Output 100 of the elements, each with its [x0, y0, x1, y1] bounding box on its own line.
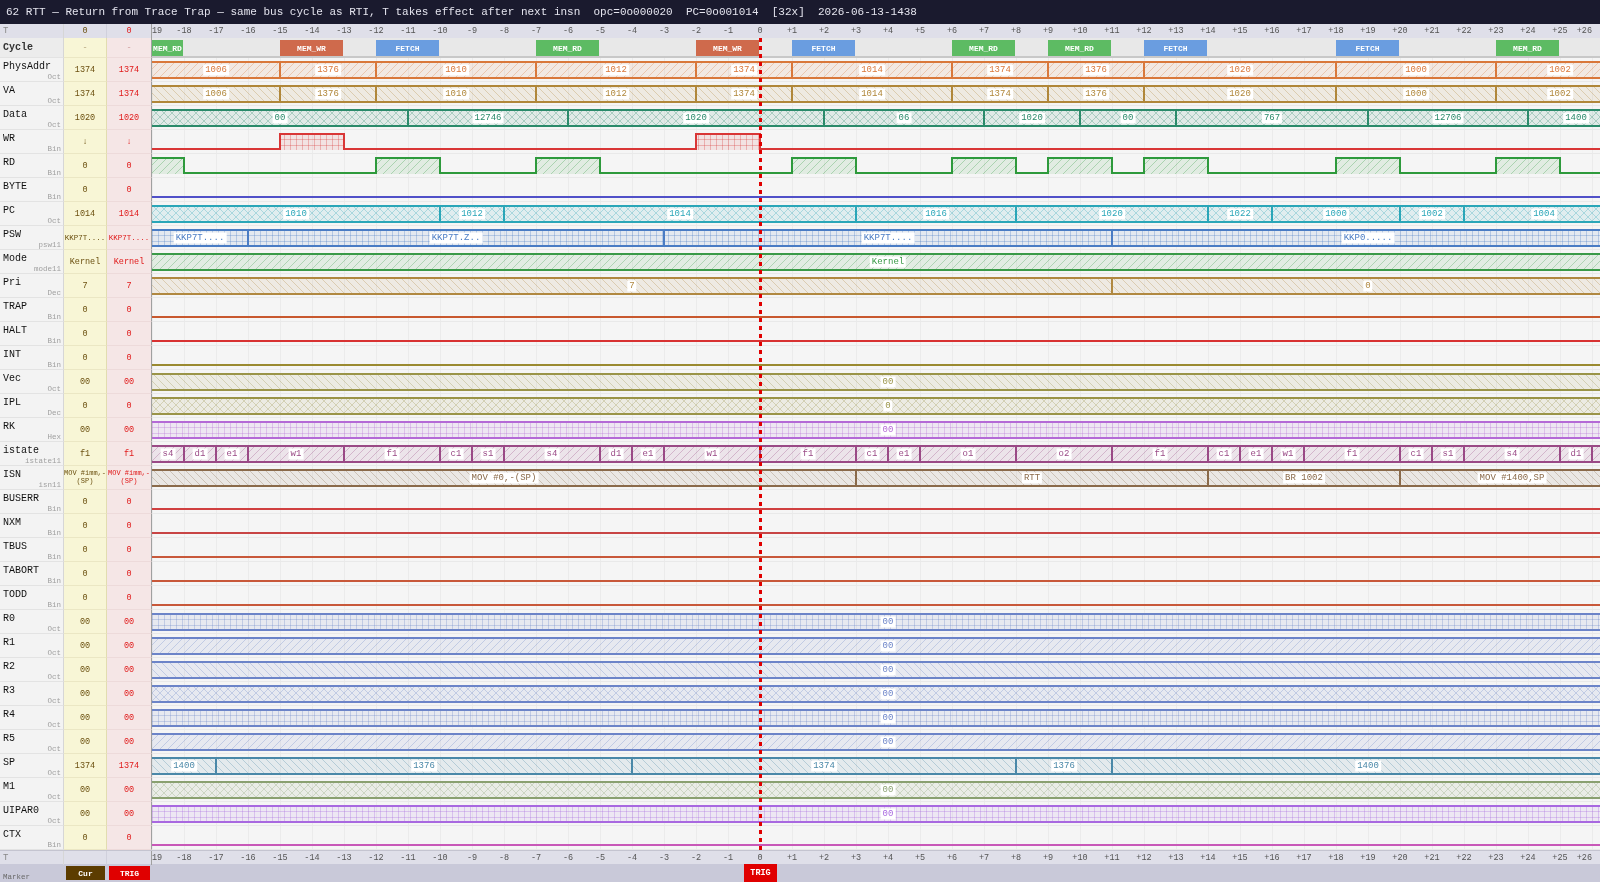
time-tick-label: -17 — [208, 852, 224, 865]
segment-value: MOV #1400,SP — [1477, 472, 1547, 484]
segment-value: w1 — [1280, 448, 1296, 460]
bus-cycle-tag: MEM_RD — [1048, 40, 1111, 56]
time-tick-label: +23 — [1488, 852, 1504, 865]
segment-value: 1374 — [987, 88, 1013, 100]
trigger-flag[interactable]: TRIG — [744, 864, 777, 882]
time-tick-label: -12 — [368, 852, 384, 865]
segment-value: s4 — [544, 448, 560, 460]
segment-value: 1376 — [1051, 760, 1077, 772]
time-tick-label: +26 — [1576, 25, 1592, 38]
segment-value: 1002 — [1547, 64, 1573, 76]
axis-label: T — [3, 852, 10, 865]
segment-value: f1 — [1344, 448, 1360, 460]
trigger-value: 00 — [123, 688, 135, 699]
trigger-time: 0 — [126, 26, 132, 36]
signal-name: Pri — [3, 277, 22, 289]
time-tick-label: -8 — [498, 852, 510, 865]
signal-name: CTX — [3, 829, 22, 841]
segment-value: MOV #0,-(SP) — [469, 472, 539, 484]
segment-value: s1 — [480, 448, 496, 460]
time-tick-label: -3 — [658, 852, 670, 865]
time-tick-label: +9 — [1042, 852, 1054, 865]
signal-name: Mode — [3, 253, 28, 265]
time-tick-label: -16 — [240, 25, 256, 38]
time-tick-label: -13 — [336, 25, 352, 38]
trigger-value: 00 — [123, 808, 135, 819]
signal-name: R4 — [3, 709, 16, 721]
segment-value: 1400 — [171, 760, 197, 772]
time-tick-label: +5 — [914, 25, 926, 38]
segment-value: d1 — [192, 448, 208, 460]
bus-cycle-tag: MEM_RD — [536, 40, 599, 56]
segment-value: 06 — [896, 112, 912, 124]
cursor-value: 1374 — [74, 760, 96, 771]
time-tick-label: -18 — [176, 852, 192, 865]
signal-name: TRAP — [3, 301, 28, 313]
time-tick-label: +23 — [1488, 25, 1504, 38]
cursor-value: f1 — [79, 448, 91, 459]
time-tick-label: +25 — [1552, 852, 1568, 865]
segment-value: Kernel — [869, 256, 907, 268]
segment-value: 1020 — [1019, 112, 1045, 124]
time-tick-label: -2 — [690, 25, 702, 38]
cursor-value: 1020 — [74, 112, 96, 123]
trigger-value: f1 — [123, 448, 135, 459]
time-tick-label: +4 — [882, 852, 894, 865]
cursor-value: 00 — [79, 640, 91, 651]
signal-name: Data — [3, 109, 28, 121]
time-tick-label: +21 — [1424, 25, 1440, 38]
segment-value: BR 1002 — [1283, 472, 1325, 484]
cursor-value: 0 — [82, 832, 88, 843]
time-tick-label: -15 — [272, 852, 288, 865]
axis-label: T — [3, 25, 10, 38]
time-tick-label: 0 — [757, 852, 763, 865]
trigger-value: 1374 — [118, 760, 140, 771]
segment-value: 1014 — [859, 88, 885, 100]
segment-value: f1 — [384, 448, 400, 460]
time-tick-label: +4 — [882, 25, 894, 38]
trigger-value: 1014 — [118, 208, 140, 219]
time-tick-label: 19 — [152, 852, 163, 865]
time-tick-label: +26 — [1576, 852, 1592, 865]
segment-value: 1014 — [859, 64, 885, 76]
time-tick-label: +15 — [1232, 25, 1248, 38]
time-tick-label: +7 — [978, 25, 990, 38]
cursor-value: 0 — [82, 568, 88, 579]
segment-value: 00 — [880, 808, 896, 820]
time-tick-label: -8 — [498, 25, 510, 38]
time-tick-label: -10 — [432, 852, 448, 865]
cursor-value: 0 — [82, 496, 88, 507]
time-tick-label: +11 — [1104, 25, 1120, 38]
time-tick-label: -4 — [626, 852, 638, 865]
time-tick-label: +12 — [1136, 25, 1152, 38]
segment-value: d1 — [608, 448, 624, 460]
time-tick-label: -15 — [272, 25, 288, 38]
trigger-value: ↓ — [126, 136, 132, 147]
segment-value: 1000 — [1403, 64, 1429, 76]
time-tick-label: +5 — [914, 852, 926, 865]
time-tick-label: +3 — [850, 852, 862, 865]
cursor-value: 1014 — [74, 208, 96, 219]
cursor-value: 0 — [82, 304, 88, 315]
marker-tag: Cur — [66, 866, 105, 880]
trigger-value: 0 — [126, 496, 132, 507]
time-tick-label: +1 — [786, 25, 798, 38]
segment-value: 1014 — [667, 208, 693, 220]
segment-value: 1020 — [1227, 88, 1253, 100]
time-tick-label: -9 — [466, 852, 478, 865]
time-tick-label: +13 — [1168, 25, 1184, 38]
segment-value: 1022 — [1227, 208, 1253, 220]
cursor-value: 0 — [82, 184, 88, 195]
signal-name: TODD — [3, 589, 28, 601]
signal-name: Cycle — [3, 41, 34, 54]
time-tick-label: +17 — [1296, 25, 1312, 38]
time-tick-label: -2 — [690, 852, 702, 865]
segment-value: 1006 — [203, 64, 229, 76]
segment-value: 1376 — [1083, 88, 1109, 100]
segment-value: w1 — [704, 448, 720, 460]
time-tick-label: +20 — [1392, 25, 1408, 38]
segment-value: c1 — [864, 448, 880, 460]
cursor-value: 1374 — [74, 88, 96, 99]
trigger-value: 00 — [123, 616, 135, 627]
time-tick-label: +21 — [1424, 852, 1440, 865]
